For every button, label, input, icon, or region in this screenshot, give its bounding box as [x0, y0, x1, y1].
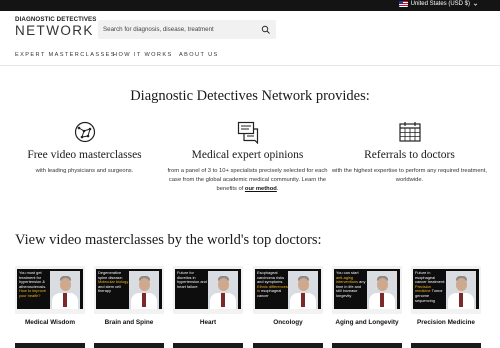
feature-masterclasses: Free video masterclasses with leading ph… [2, 120, 167, 176]
main-nav: EXPERT MASTERCLASSES HOW IT WORKS ABOUT … [0, 46, 500, 66]
currency-selector[interactable]: United States (USD $) [398, 1, 478, 7]
next-row-thumbnail[interactable] [253, 343, 323, 348]
doctor-portrait [446, 271, 476, 309]
nav-expert-masterclasses[interactable]: EXPERT MASTERCLASSES [15, 52, 116, 58]
next-row-thumbnail[interactable] [332, 343, 402, 348]
nav-about-us[interactable]: ABOUT US [179, 52, 219, 58]
masterclass-category-label[interactable]: Aging and Longevity [327, 319, 407, 326]
masterclass-category-label[interactable]: Brain and Spine [89, 319, 169, 326]
video-thumbnail: Esophageal carcinoma risks and symptoms.… [255, 269, 321, 309]
search-bar [98, 20, 276, 39]
logo-bottom-text: NETWORK [15, 23, 94, 38]
masterclass-category-label[interactable]: Oncology [248, 319, 328, 326]
calendar-grid-icon [398, 122, 421, 142]
next-row-thumbnail[interactable] [94, 343, 164, 348]
video-thumbnail: Future in esophageal cancer treatment: P… [413, 269, 479, 309]
video-thumbnail: You must get treatment for hypertension … [17, 269, 83, 309]
chat-document-icon [237, 121, 258, 144]
masterclass-category-label[interactable]: Precision Medicine [406, 319, 486, 326]
feature-title: Referrals to doctors [364, 149, 455, 161]
feature-expert-opinions: Medical expert opinions from a panel of … [165, 120, 330, 194]
search-input[interactable] [103, 20, 253, 39]
thumbnail-caption: Future for diuretics in hypertension and… [177, 270, 207, 289]
thumbnail-caption: Future in esophageal cancer treatment: P… [415, 270, 446, 303]
feature-title: Free video masterclasses [27, 149, 142, 161]
us-flag-icon [398, 1, 408, 7]
feature-description: with leading physicians and surgeons. [35, 168, 134, 174]
masterclass-category-label[interactable]: Heart [168, 319, 248, 326]
thumbnail-caption: You must get treatment for hypertension … [19, 270, 47, 298]
masterclass-category-label[interactable]: Medical Wisdom [10, 319, 90, 326]
next-row-thumbnail[interactable] [411, 343, 481, 348]
thumbnail-caption: You can start anti-aging interventions a… [336, 270, 366, 298]
video-thumbnail: Degenerative spine disease: Molecular bi… [96, 269, 162, 309]
doctor-portrait [367, 271, 397, 309]
masterclasses-title: View video masterclasses by the world's … [15, 232, 322, 248]
feature-description: from a panel of 3 to 10+ specialists pre… [165, 167, 330, 194]
feature-referrals: Referrals to doctors with the highest ex… [327, 120, 492, 185]
video-thumbnail: Future for diuretics in hypertension and… [175, 269, 241, 309]
masterclass-card[interactable]: You must get treatment for hypertension … [15, 266, 85, 314]
currency-label: United States (USD $) [410, 1, 470, 7]
masterclass-card[interactable]: Esophageal carcinoma risks and symptoms.… [253, 266, 323, 314]
thumbnail-caption: Esophageal carcinoma risks and symptoms.… [257, 270, 288, 298]
doctor-portrait [208, 271, 238, 309]
site-header: DIAGNOSTIC DETECTIVES NETWORK [0, 11, 500, 46]
chevron-down-icon [473, 2, 478, 7]
masterclass-card[interactable]: Future in esophageal cancer treatment: P… [411, 266, 481, 314]
masterclass-card[interactable]: You can start anti-aging interventions a… [332, 266, 402, 314]
search-icon[interactable] [259, 23, 272, 36]
feature-description-suffix: . [276, 186, 279, 192]
provides-title: Diagnostic Detectives Network provides: [130, 88, 370, 104]
doctor-portrait [50, 271, 80, 309]
next-row-thumbnail[interactable] [173, 343, 243, 348]
doctor-portrait [288, 271, 318, 309]
thumbnail-caption: Degenerative spine disease: Molecular bi… [98, 270, 129, 294]
masterclass-card[interactable]: Future for diuretics in hypertension and… [173, 266, 243, 314]
feature-title: Medical expert opinions [191, 149, 304, 161]
feature-description: with the highest expertise to perform an… [332, 168, 487, 183]
site-logo[interactable]: DIAGNOSTIC DETECTIVES NETWORK [15, 16, 97, 38]
nav-how-it-works[interactable]: HOW IT WORKS [113, 52, 173, 58]
doctor-portrait [129, 271, 159, 309]
masterclass-card[interactable]: Degenerative spine disease: Molecular bi… [94, 266, 164, 314]
next-row-thumbnail[interactable] [15, 343, 85, 348]
top-bar: United States (USD $) [0, 0, 500, 11]
our-method-link[interactable]: our method [245, 186, 277, 192]
video-thumbnail: You can start anti-aging interventions a… [334, 269, 400, 309]
logo-top-text: DIAGNOSTIC DETECTIVES [15, 16, 97, 23]
network-globe-icon [74, 121, 95, 143]
